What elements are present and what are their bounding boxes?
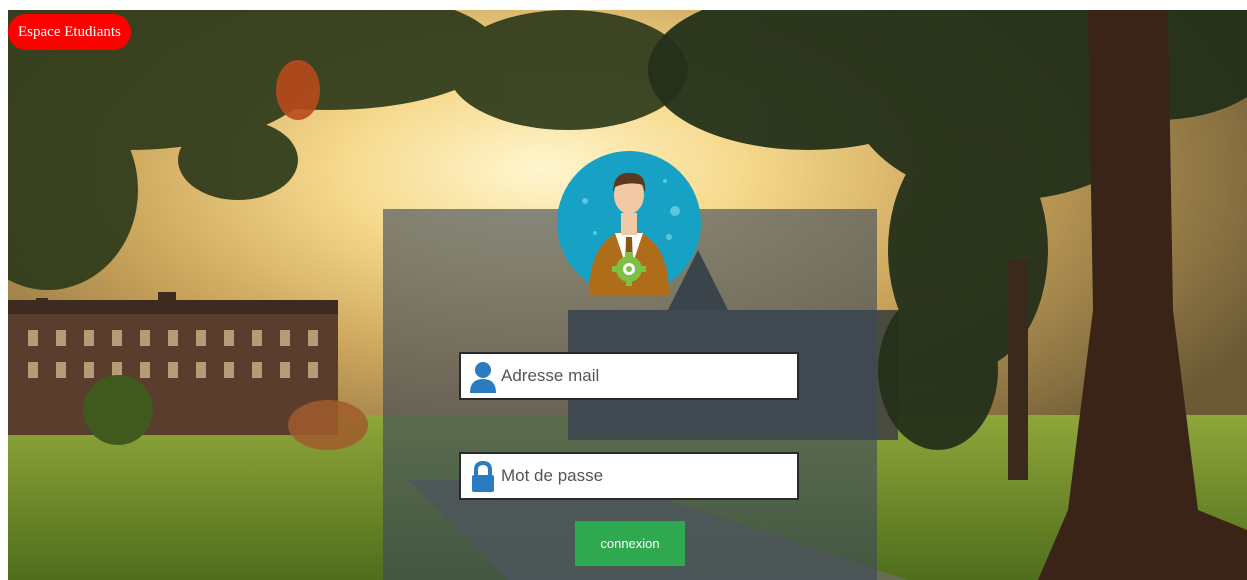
user-manager-icon	[557, 151, 701, 295]
building-left	[8, 292, 338, 435]
email-field	[459, 352, 799, 400]
password-input[interactable]	[501, 454, 791, 498]
user-icon	[469, 361, 497, 393]
lock-icon	[469, 460, 497, 493]
password-field	[459, 452, 799, 500]
espace-etudiants-badge[interactable]: Espace Etudiants	[8, 14, 131, 50]
email-input[interactable]	[501, 354, 791, 398]
page: Espace Etudiants Adresse mail connexion	[0, 0, 1247, 580]
connexion-button[interactable]: connexion	[575, 521, 685, 566]
